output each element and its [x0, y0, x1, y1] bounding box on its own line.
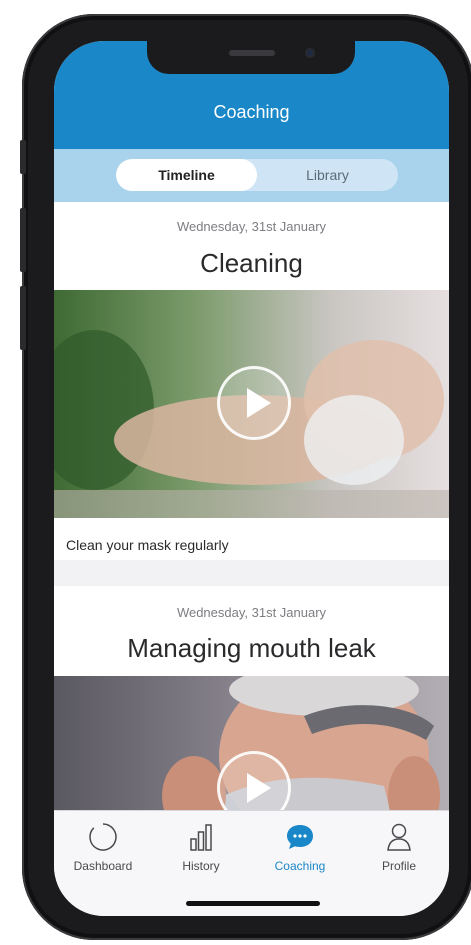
- mute-switch: [20, 140, 26, 174]
- tab-label: History: [182, 859, 220, 873]
- tab-label: Profile: [381, 859, 416, 873]
- page-title: Coaching: [213, 102, 290, 122]
- home-indicator[interactable]: [186, 901, 320, 906]
- card-caption: Clean your mask regularly: [66, 537, 229, 553]
- front-camera: [305, 48, 315, 58]
- play-icon: [247, 773, 271, 803]
- play-button[interactable]: [217, 751, 291, 810]
- card-title: Managing mouth leak: [127, 633, 376, 663]
- segment-bar: Timeline Library: [54, 149, 449, 202]
- play-button[interactable]: [217, 366, 291, 440]
- video-thumbnail[interactable]: [54, 290, 449, 518]
- bar-chart-icon: [190, 824, 212, 851]
- play-icon: [247, 388, 271, 418]
- card-date: Wednesday, 31st January: [176, 219, 327, 234]
- volume-down-button: [20, 286, 26, 350]
- tab-history[interactable]: History: [152, 811, 250, 881]
- tab-label: Dashboard: [73, 859, 133, 873]
- dashboard-ring-icon: [89, 823, 117, 851]
- speaker-grille: [229, 50, 275, 56]
- tab-label: Coaching: [274, 859, 326, 873]
- segment-library[interactable]: Library: [257, 159, 398, 191]
- coaching-card[interactable]: Wednesday, 31st January Cleaning Clean y…: [54, 202, 449, 560]
- volume-up-button: [20, 208, 26, 272]
- notch: [147, 41, 355, 74]
- person-icon: [387, 823, 411, 851]
- video-thumbnail[interactable]: [54, 676, 449, 810]
- tab-coaching[interactable]: Coaching: [251, 811, 349, 881]
- coaching-feed[interactable]: Wednesday, 31st January Cleaning Clean y…: [54, 202, 449, 810]
- segment-timeline[interactable]: Timeline: [116, 159, 257, 191]
- segmented-control: Timeline Library: [116, 159, 398, 191]
- tab-dashboard[interactable]: Dashboard: [54, 811, 152, 881]
- coaching-card[interactable]: Wednesday, 31st January Managing mouth l…: [54, 586, 449, 810]
- chat-bubble-icon: [287, 825, 313, 849]
- card-date: Wednesday, 31st January: [176, 605, 327, 620]
- card-title: Cleaning: [200, 248, 303, 278]
- tab-profile[interactable]: Profile: [350, 811, 448, 881]
- app-screen: Coaching Timeline Library Wednesday, 31s…: [54, 41, 449, 916]
